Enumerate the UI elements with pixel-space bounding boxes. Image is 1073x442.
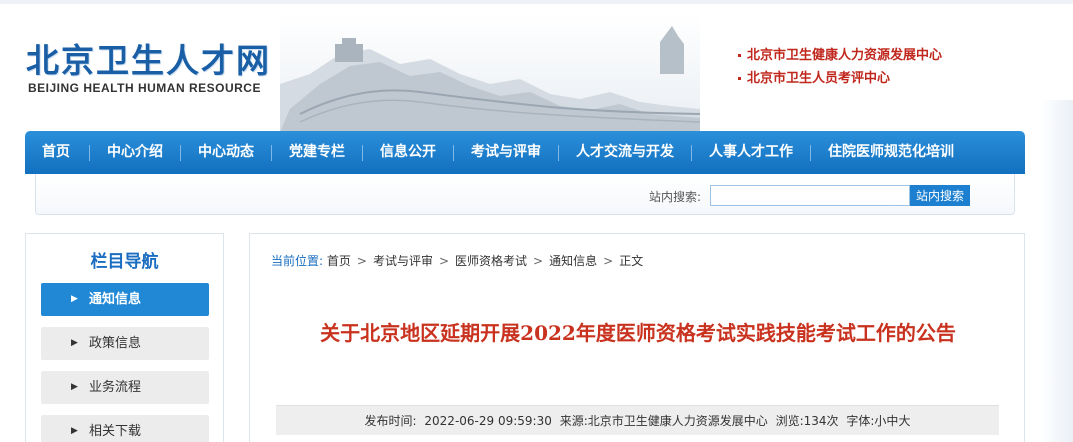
nav-separator (558, 144, 559, 161)
source-value: 北京市卫生健康人力资源发展中心 (587, 414, 768, 428)
breadcrumb-prefix: 当前位置: (271, 254, 324, 268)
source-label: 来源: (559, 414, 588, 428)
arrow-right-icon: ▶ (71, 382, 78, 392)
bullet-icon (738, 54, 741, 57)
nav-center-news[interactable]: 中心动态 (198, 131, 254, 174)
arrow-right-icon: ▶ (71, 426, 78, 436)
font-size-label: 字体: (846, 414, 875, 428)
center-link-hr-center[interactable]: 北京市卫生健康人力资源发展中心 (738, 44, 942, 67)
sidebar-item-notices[interactable]: ▶ 通知信息 (41, 283, 209, 316)
font-size-medium[interactable]: 中 (886, 414, 898, 428)
views-label: 浏览: (775, 414, 804, 428)
published-label: 发布时间: (364, 414, 417, 428)
sidebar-item-downloads[interactable]: ▶ 相关下载 (41, 415, 209, 442)
nav-resident-training[interactable]: 住院医师规范化培训 (828, 131, 954, 174)
nav-party-column[interactable]: 党建专栏 (289, 131, 345, 174)
nav-exams-reviews[interactable]: 考试与评审 (471, 131, 541, 174)
center-link-label: 北京市卫生人员考评中心 (747, 71, 891, 86)
sidebar-item-workflow[interactable]: ▶ 业务流程 (41, 371, 209, 404)
breadcrumb-separator: > (438, 254, 450, 268)
font-size-large[interactable]: 大 (898, 414, 910, 428)
nav-center-intro[interactable]: 中心介绍 (107, 131, 163, 174)
sidebar-item-label: 政策信息 (89, 336, 142, 351)
nav-separator (89, 144, 90, 161)
breadcrumb-current: 正文 (619, 254, 644, 268)
breadcrumb-notices[interactable]: 通知信息 (549, 254, 597, 268)
sidebar-title: 栏目导航 (90, 252, 159, 272)
search-bar: 站内搜索: 站内搜索 (35, 174, 1015, 215)
breadcrumb-separator: > (533, 254, 544, 268)
nav-separator (362, 144, 363, 161)
breadcrumb-exams-reviews[interactable]: 考试与评审 (373, 254, 433, 268)
sidebar-item-label: 相关下载 (89, 424, 142, 439)
search-button[interactable]: 站内搜索 (910, 185, 970, 206)
arrow-right-icon: ▶ (71, 294, 78, 304)
center-links: 北京市卫生健康人力资源发展中心 北京市卫生人员考评中心 (738, 44, 942, 90)
published-time: 2022-06-29 09:59:30 (424, 414, 552, 428)
views-count: 134次 (803, 414, 839, 428)
sidebar-item-label: 业务流程 (89, 380, 142, 395)
site-header: 北京卫生人才网 BEIJING HEALTH HUMAN RESOURCE 北京… (0, 0, 1073, 132)
center-link-evaluation-center[interactable]: 北京市卫生人员考评中心 (738, 67, 942, 90)
breadcrumb: 当前位置: 首页 > 考试与评审 > 医师资格考试 > 通知信息 > 正文 (271, 252, 643, 269)
arrow-right-icon: ▶ (71, 338, 78, 348)
nav-separator (180, 144, 181, 161)
center-link-label: 北京市卫生健康人力资源发展中心 (747, 48, 943, 63)
breadcrumb-separator: > (356, 254, 367, 268)
search-label: 站内搜索: (649, 190, 702, 204)
font-size-small[interactable]: 小 (874, 414, 886, 428)
nav-home[interactable]: 首页 (42, 131, 70, 174)
right-edge-shade (1040, 100, 1073, 442)
sidebar-item-policy[interactable]: ▶ 政策信息 (41, 327, 209, 360)
header-top-line (0, 0, 1073, 4)
breadcrumb-physician-exam[interactable]: 医师资格考试 (455, 254, 527, 268)
site-logo-english: BEIJING HEALTH HUMAN RESOURCE (28, 81, 261, 95)
search-input[interactable] (710, 185, 910, 206)
nav-info-disclosure[interactable]: 信息公开 (380, 131, 436, 174)
sidebar-item-label: 通知信息 (89, 292, 142, 307)
site-logo[interactable]: 北京卫生人才网 (26, 34, 271, 82)
sidebar: 栏目导航 ▶ 通知信息 ▶ 政策信息 ▶ 业务流程 ▶ 相关下载 (25, 233, 224, 442)
breadcrumb-separator: > (603, 254, 614, 268)
article-title: 关于北京地区延期开展2022年度医师资格考试实践技能考试工作的公告 (320, 321, 956, 345)
great-wall-banner-image (280, 14, 700, 132)
nav-separator (691, 144, 692, 161)
nav-personnel-work[interactable]: 人事人才工作 (709, 131, 793, 174)
article-panel: 当前位置: 首页 > 考试与评审 > 医师资格考试 > 通知信息 > 正文 关于北京地区延期开展… (249, 233, 1025, 442)
nav-talent-exchange[interactable]: 人才交流与开发 (576, 131, 674, 174)
bullet-icon (738, 77, 741, 80)
article-meta-bar: 发布时间: 2022-06-29 09:59:30 来源:北京市卫生健康人力资源… (276, 405, 999, 435)
nav-separator (271, 144, 272, 161)
breadcrumb-home[interactable]: 首页 (327, 254, 351, 268)
main-nav: 首页 中心介绍 中心动态 党建专栏 信息公开 考试与评审 人才交流与开发 人事人… (25, 131, 1025, 174)
nav-separator (810, 144, 811, 161)
nav-separator (453, 144, 454, 161)
